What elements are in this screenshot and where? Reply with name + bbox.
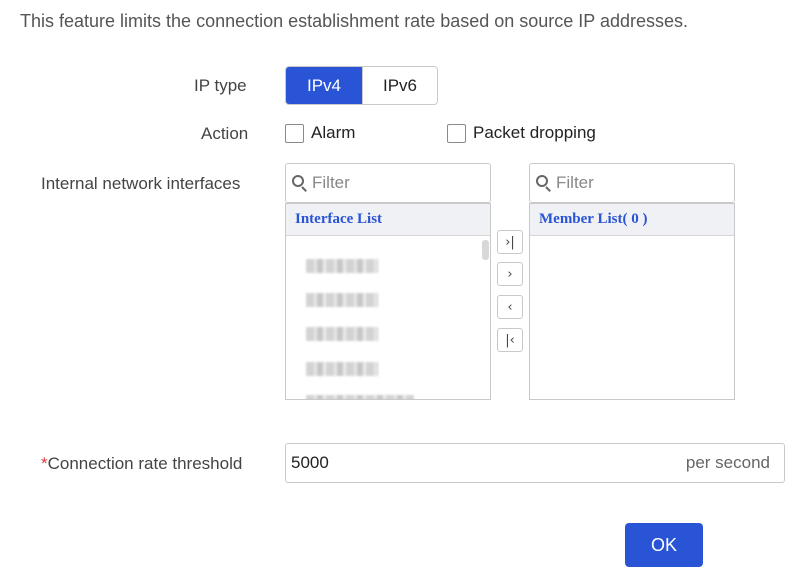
ipv4-option[interactable]: IPv4 [286, 67, 362, 104]
ip-type-label: IP type [194, 76, 247, 95]
interface-list[interactable]: Interface List [285, 203, 491, 400]
list-item[interactable] [306, 395, 414, 399]
ip-type-toggle: IPv4 IPv6 [285, 66, 438, 105]
feature-description: This feature limits the connection estab… [20, 11, 689, 31]
member-filter-input[interactable] [556, 173, 726, 193]
required-mark: * [41, 454, 48, 473]
connection-rate-threshold-text: Connection rate threshold [47, 454, 243, 473]
packet-dropping-checkbox-box[interactable] [447, 123, 466, 143]
alarm-checkbox[interactable]: Alarm [285, 123, 355, 143]
list-item[interactable] [306, 362, 378, 376]
list-item[interactable] [306, 327, 378, 341]
interface-list-header: Interface List [286, 204, 490, 236]
remove-button[interactable]: ‹ [497, 295, 523, 319]
search-icon [292, 174, 308, 192]
ok-button[interactable]: OK [625, 523, 703, 567]
connection-rate-threshold-label: *Connection rate threshold [41, 454, 242, 474]
alarm-checkbox-box[interactable] [285, 123, 304, 143]
member-list-header: Member List( 0 ) [530, 204, 734, 236]
interface-filter-input[interactable] [312, 173, 482, 193]
internal-interfaces-label: Internal network interfaces [41, 174, 241, 193]
list-item[interactable] [306, 293, 378, 307]
rate-unit: per second [685, 453, 770, 472]
connection-rate-input[interactable] [291, 453, 686, 473]
remove-all-button[interactable]: |‹ [497, 328, 523, 352]
ipv6-option[interactable]: IPv6 [362, 67, 437, 104]
connection-rate-field[interactable]: per second [285, 443, 785, 483]
packet-dropping-checkbox[interactable]: Packet dropping [447, 123, 596, 143]
list-item[interactable] [306, 259, 378, 273]
interface-filter[interactable] [285, 163, 491, 203]
interface-list-scrollbar[interactable] [482, 240, 489, 260]
add-all-button[interactable]: ›| [497, 230, 523, 254]
alarm-checkbox-label: Alarm [311, 123, 356, 142]
action-label: Action [201, 124, 249, 143]
member-list[interactable]: Member List( 0 ) [529, 203, 735, 400]
search-icon [536, 174, 552, 192]
member-filter[interactable] [529, 163, 735, 203]
packet-dropping-checkbox-label: Packet dropping [473, 123, 596, 142]
add-button[interactable]: › [497, 262, 523, 286]
